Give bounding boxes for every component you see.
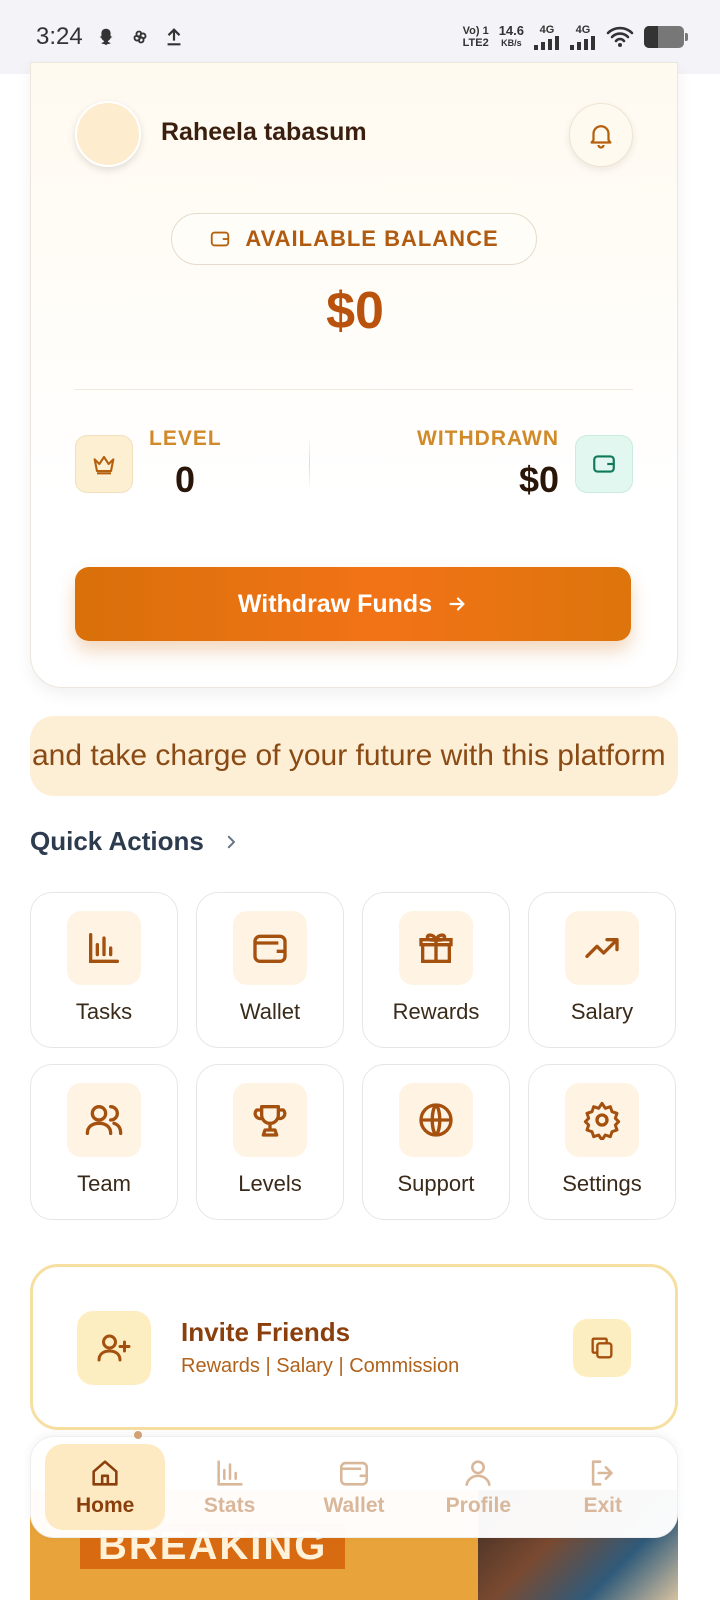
balance-amount: $0 (326, 282, 384, 340)
crown-icon (93, 455, 115, 475)
nav-label: Wallet (323, 1494, 385, 1517)
wifi-icon (606, 26, 634, 47)
available-balance-pill: AVAILABLE BALANCE (171, 213, 537, 265)
copy-invite-button[interactable] (573, 1319, 631, 1377)
clock: 3:24 (36, 23, 83, 50)
available-balance-label: AVAILABLE BALANCE (245, 226, 499, 251)
upload-icon (167, 28, 181, 46)
globe-icon (399, 1083, 473, 1157)
nav-profile[interactable]: Profile (418, 1444, 538, 1530)
nav-wallet[interactable]: Wallet (294, 1444, 414, 1530)
volte-indicator: Vo) 1 LTE2 (463, 25, 489, 49)
quick-action-wallet[interactable]: Wallet (196, 892, 344, 1048)
active-indicator-dot (134, 1431, 142, 1439)
wallet-icon (593, 455, 615, 473)
withdraw-funds-button[interactable]: Withdraw Funds (75, 567, 631, 641)
copy-icon (591, 1337, 613, 1359)
arrow-right-icon (449, 597, 465, 611)
user-icon (465, 1460, 491, 1486)
tile-label: Tasks (75, 999, 133, 1024)
user-name: Raheela tabasum (161, 118, 367, 146)
lte-label: LTE2 (462, 37, 489, 49)
withdrawn-label: WITHDRAWN (417, 427, 559, 450)
bar-chart-icon (216, 1460, 243, 1486)
bar-chart-icon (67, 911, 141, 985)
quick-actions-title: Quick Actions (30, 826, 204, 856)
withdraw-funds-label: Withdraw Funds (237, 589, 433, 618)
gift-icon (399, 911, 473, 985)
wallet-icon (233, 911, 307, 985)
tile-label: Salary (570, 999, 634, 1024)
nav-label: Exit (583, 1494, 622, 1517)
quick-action-settings[interactable]: Settings (528, 1064, 676, 1220)
snapchat-icon (99, 28, 113, 46)
quick-action-levels[interactable]: Levels (196, 1064, 344, 1220)
users-icon (67, 1083, 141, 1157)
tile-label: Rewards (392, 999, 480, 1024)
nav-home[interactable]: Home (45, 1444, 166, 1530)
volte-label: Vo) 1 (462, 25, 489, 37)
logout-icon (591, 1460, 613, 1486)
level-label: LEVEL (149, 427, 222, 450)
quick-action-salary[interactable]: Salary (528, 892, 676, 1048)
invite-friends-card[interactable]: Invite Friends Rewards | Salary | Commis… (30, 1264, 678, 1430)
bell-icon (590, 125, 612, 149)
announcement-ticker: and take charge of your future with this… (30, 716, 678, 796)
tile-label: Support (397, 1171, 475, 1196)
nav-stats[interactable]: Stats (170, 1444, 290, 1530)
sim2-signal: 4G (570, 24, 596, 50)
bottom-navigation: Home Stats Wallet Profile Exit (30, 1431, 678, 1538)
nav-label: Stats (203, 1494, 256, 1517)
signal-icon (534, 36, 559, 50)
tile-label: Wallet (239, 999, 301, 1024)
notifications-button[interactable] (569, 103, 633, 167)
level-value: 0 (175, 459, 196, 500)
chevron-right-icon (227, 835, 235, 848)
wallet-icon (339, 1461, 368, 1486)
stats-separator (309, 435, 310, 491)
speed-value: 14.6 (498, 23, 524, 38)
data-speed: 14.6 KB/s (498, 23, 524, 49)
invite-subtitle: Rewards | Salary | Commission (181, 1355, 460, 1377)
battery-icon (644, 26, 688, 48)
gear-icon (565, 1083, 639, 1157)
divider (75, 389, 633, 390)
user-plus-icon (77, 1311, 151, 1385)
speed-unit: KB/s (501, 38, 522, 48)
wallet-icon (211, 231, 230, 247)
tile-label: Settings (562, 1171, 642, 1196)
pinwheel-icon (133, 30, 147, 44)
ticker-text: and take charge of your future with this… (32, 739, 666, 772)
sim1-label: 4G (539, 24, 555, 36)
withdrawn-value: $0 (518, 459, 559, 500)
tile-label: Levels (238, 1171, 302, 1196)
nav-label: Profile (445, 1494, 512, 1517)
balance-card: Raheela tabasum AVAILABLE BALANCE $0 LEV… (30, 62, 678, 688)
quick-action-rewards[interactable]: Rewards (362, 892, 510, 1048)
invite-title: Invite Friends (181, 1317, 351, 1347)
quick-actions-header[interactable]: Quick Actions (30, 826, 240, 857)
level-badge (75, 435, 133, 493)
quick-action-tasks[interactable]: Tasks (30, 892, 178, 1048)
tile-label: Team (77, 1171, 131, 1196)
trending-up-icon (565, 911, 639, 985)
withdrawn-badge (575, 435, 633, 493)
nav-exit[interactable]: Exit (543, 1444, 663, 1530)
sim1-signal: 4G (534, 24, 560, 50)
sim2-label: 4G (575, 24, 591, 36)
quick-action-support[interactable]: Support (362, 1064, 510, 1220)
home-icon (92, 1460, 118, 1486)
quick-action-team[interactable]: Team (30, 1064, 178, 1220)
trophy-icon (233, 1083, 307, 1157)
nav-label: Home (76, 1494, 135, 1517)
signal-icon (570, 36, 595, 50)
avatar[interactable] (75, 101, 141, 167)
